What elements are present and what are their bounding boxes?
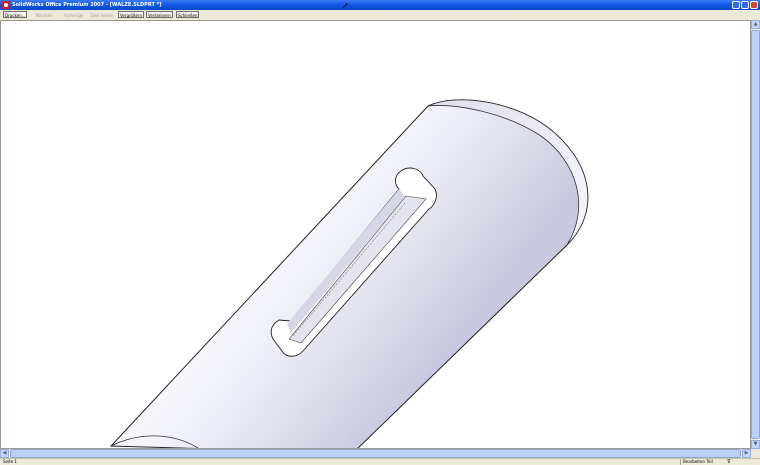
- horizontal-scrollbar[interactable]: ◀ ▶: [0, 449, 751, 458]
- print-button[interactable]: Drucken...: [3, 11, 28, 18]
- status-bar: Seite 1 Bearbeiten Teil ⊽: [0, 458, 760, 465]
- title-bar: SolidWorks Office Premium 2007 - [WALZE.…: [0, 0, 760, 10]
- zoom-out-button[interactable]: Verkleinern: [146, 11, 173, 18]
- window-title: SolidWorks Office Premium 2007 - [WALZE.…: [12, 2, 162, 8]
- vertical-scroll-thumb[interactable]: [751, 30, 760, 439]
- window-controls: [732, 1, 758, 9]
- horizontal-scroll-thumb[interactable]: [10, 449, 741, 458]
- solidworks-logo-icon: [2, 1, 10, 9]
- next-page-button[interactable]: Nächste: [34, 11, 54, 18]
- scroll-up-icon[interactable]: ▲: [751, 20, 760, 29]
- two-pages-button[interactable]: Zwei Seiten: [88, 11, 116, 18]
- page-indicator: Seite 1: [3, 459, 17, 464]
- scroll-left-icon[interactable]: ◀: [0, 449, 9, 458]
- vertical-scrollbar[interactable]: ▲ ▼: [751, 20, 760, 449]
- print-preview-toolbar: Drucken... Nächste Vorherige Zwei Seiten…: [0, 10, 760, 20]
- maximize-button[interactable]: [741, 1, 749, 9]
- preview-viewport[interactable]: [0, 20, 751, 449]
- filter-icon[interactable]: ⊽: [727, 459, 733, 465]
- shaft-model: [109, 99, 589, 448]
- close-preview-button[interactable]: Schließen: [176, 11, 200, 18]
- close-button[interactable]: [750, 1, 758, 9]
- scroll-right-icon[interactable]: ▶: [742, 449, 751, 458]
- mouse-cursor-icon: ➚: [342, 1, 349, 10]
- edit-mode-status: Bearbeiten Teil: [680, 459, 713, 465]
- scroll-down-icon[interactable]: ▼: [751, 440, 760, 449]
- previous-page-button[interactable]: Vorherige: [62, 11, 85, 18]
- minimize-button[interactable]: [732, 1, 740, 9]
- zoom-in-button[interactable]: Vergrößern: [118, 11, 145, 18]
